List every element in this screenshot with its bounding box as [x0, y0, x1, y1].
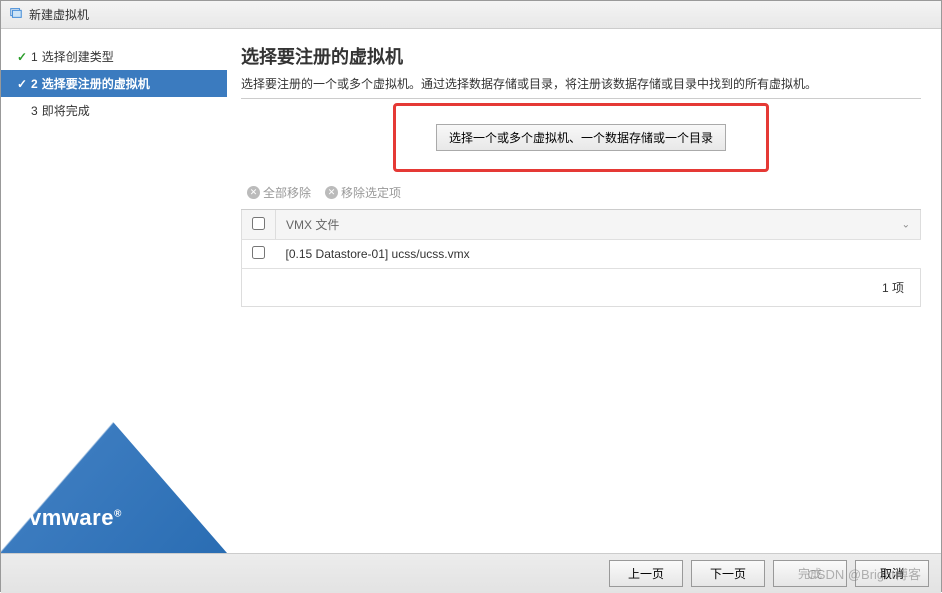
actions-row: ✕ 全部移除 ✕ 移除选定项 — [241, 182, 921, 209]
remove-all-label: 全部移除 — [263, 184, 311, 201]
step-num: 1 — [31, 50, 38, 64]
vmware-logo: vmware® — [29, 505, 122, 531]
step-label: 即将完成 — [42, 102, 90, 119]
remove-icon: ✕ — [325, 186, 338, 199]
step-label: 选择创建类型 — [42, 48, 114, 65]
select-all-checkbox[interactable] — [252, 217, 265, 230]
select-vm-button[interactable]: 选择一个或多个虚拟机、一个数据存储或一个目录 — [436, 124, 726, 151]
table-header-row: VMX 文件 ⌄ — [242, 210, 921, 240]
finish-button: 完成 — [773, 560, 847, 587]
wizard-sidebar: ✓ 1 选择创建类型 ✓ 2 选择要注册的虚拟机 3 即将完成 vmware® — [1, 29, 227, 553]
check-icon: ✓ — [17, 77, 27, 91]
divider — [241, 98, 921, 99]
table-footer: 1 项 — [241, 269, 921, 307]
window-title: 新建虚拟机 — [29, 6, 89, 23]
check-icon: ✓ — [17, 50, 27, 64]
page-heading: 选择要注册的虚拟机 — [241, 43, 921, 69]
vmx-cell: [0.15 Datastore-01] ucss/ucss.vmx — [276, 240, 921, 269]
vmx-column-header[interactable]: VMX 文件 ⌄ — [276, 210, 921, 240]
next-button[interactable]: 下一页 — [691, 560, 765, 587]
cancel-button[interactable]: 取消 — [855, 560, 929, 587]
vmx-header-label: VMX 文件 — [286, 218, 339, 232]
page-subtitle: 选择要注册的一个或多个虚拟机。通过选择数据存储或目录，将注册该数据存储或目录中找… — [241, 75, 921, 92]
row-checkbox[interactable] — [252, 246, 265, 259]
step-list: ✓ 1 选择创建类型 ✓ 2 选择要注册的虚拟机 3 即将完成 — [1, 43, 227, 124]
remove-icon: ✕ — [247, 186, 260, 199]
remove-all-action[interactable]: ✕ 全部移除 — [247, 184, 311, 201]
back-button[interactable]: 上一页 — [609, 560, 683, 587]
select-highlight-box: 选择一个或多个虚拟机、一个数据存储或一个目录 — [393, 103, 769, 172]
step-3[interactable]: 3 即将完成 — [1, 97, 227, 124]
remove-selected-action[interactable]: ✕ 移除选定项 — [325, 184, 401, 201]
chevron-down-icon: ⌄ — [902, 219, 910, 230]
main-panel: 选择要注册的虚拟机 选择要注册的一个或多个虚拟机。通过选择数据存储或目录，将注册… — [227, 29, 941, 553]
vm-icon — [9, 6, 23, 23]
step-2[interactable]: ✓ 2 选择要注册的虚拟机 — [1, 70, 227, 97]
step-1[interactable]: ✓ 1 选择创建类型 — [1, 43, 227, 70]
vm-table: VMX 文件 ⌄ [0.15 Datastore-01] ucss/ucss.v… — [241, 209, 921, 307]
remove-selected-label: 移除选定项 — [341, 184, 401, 201]
step-num: 2 — [31, 77, 38, 91]
content-area: ✓ 1 选择创建类型 ✓ 2 选择要注册的虚拟机 3 即将完成 vmware® … — [1, 29, 941, 553]
wizard-footer: 上一页 下一页 完成 取消 CSDN @Bright博客 — [1, 553, 941, 593]
step-label: 选择要注册的虚拟机 — [42, 75, 150, 92]
row-count: 1 项 — [882, 281, 904, 295]
step-num: 3 — [31, 104, 38, 118]
select-all-header[interactable] — [242, 210, 276, 240]
table-row[interactable]: [0.15 Datastore-01] ucss/ucss.vmx — [242, 240, 921, 269]
titlebar: 新建虚拟机 — [1, 1, 941, 29]
